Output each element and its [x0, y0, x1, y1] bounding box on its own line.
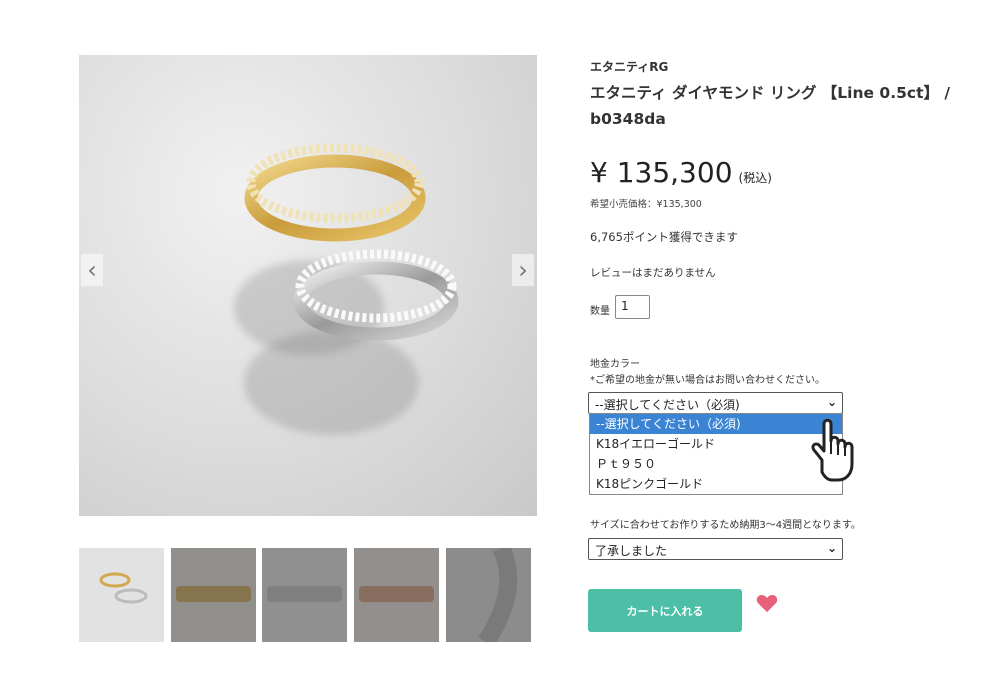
rings-illustration: [244, 143, 459, 341]
quantity-label: 数量: [590, 306, 610, 317]
points-info: 6,765ポイント獲得できます: [590, 230, 738, 244]
size-agreement-selected: 了承しました: [595, 544, 668, 558]
metal-color-label: 地金カラー: [590, 359, 640, 370]
size-agreement-select[interactable]: 了承しました ⌄: [588, 538, 843, 560]
thumbnail-5[interactable]: [446, 548, 531, 642]
thumbnail-3[interactable]: [262, 548, 347, 642]
product-price: ¥ 135,300 (税込): [590, 156, 772, 189]
chevron-down-icon: ⌄: [826, 541, 837, 555]
size-note: サイズに合わせてお作りするため納期3〜4週間となります。: [590, 520, 861, 531]
next-image-button[interactable]: ›: [512, 254, 534, 286]
quantity-input[interactable]: 1: [615, 295, 650, 319]
product-main-image: ‹ ›: [79, 55, 537, 516]
review-status: レビューはまだありません: [590, 267, 716, 279]
product-brand: エタニティRG: [590, 60, 669, 74]
chevron-down-icon: ⌄: [826, 395, 837, 409]
thumbnail-1[interactable]: [79, 548, 164, 642]
msrp-price: 希望小売価格：¥135,300: [590, 199, 702, 210]
thumbnail-4[interactable]: [354, 548, 439, 642]
add-to-cart-button[interactable]: カートに入れる: [588, 589, 742, 632]
metal-color-note: *ご希望の地金が無い場合はお問い合わせください。: [590, 375, 825, 386]
tax-label: (税込): [738, 171, 772, 185]
thumbnail-2[interactable]: [171, 548, 256, 642]
hand-cursor-icon: [800, 414, 872, 490]
metal-color-select[interactable]: --選択してください（必須) ⌄: [588, 392, 843, 414]
prev-image-button[interactable]: ‹: [81, 254, 103, 286]
product-title: エタニティ ダイヤモンド リング 【Line 0.5ct】 / b0348da: [590, 84, 951, 128]
price-value: ¥ 135,300: [590, 156, 733, 189]
heart-icon[interactable]: [756, 593, 778, 617]
metal-color-selected: --選択してください（必須): [595, 398, 740, 412]
